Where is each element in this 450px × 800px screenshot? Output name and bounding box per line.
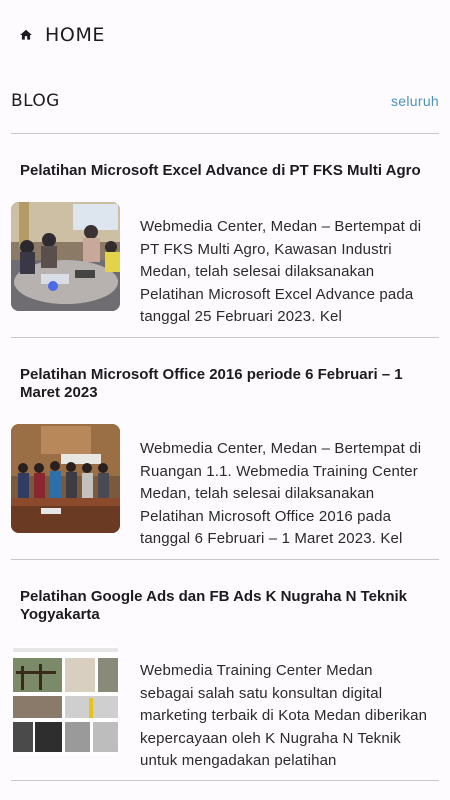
blog-post-card[interactable]: Pelatihan Microsoft Excel Advance di PT … [11, 162, 439, 325]
blog-post-card[interactable]: Pelatihan Google Ads dan FB Ads K Nugrah… [11, 588, 439, 769]
post-excerpt: Webmedia Center, Medan – Bertempat di PT… [140, 218, 422, 325]
post-thumbnail [11, 646, 120, 755]
post-title: Pelatihan Microsoft Excel Advance di PT … [20, 162, 421, 179]
divider [11, 133, 439, 134]
divider [11, 559, 439, 560]
app-bar: HOME [0, 0, 450, 70]
section-title: BLOG [11, 91, 60, 111]
post-thumbnail [11, 424, 120, 533]
post-excerpt: Webmedia Center, Medan – Bertempat di Ru… [140, 440, 422, 547]
see-all-link[interactable]: seluruh [391, 93, 439, 109]
page-title: HOME [45, 24, 106, 46]
home-icon[interactable] [19, 28, 33, 42]
blog-post-card[interactable]: Pelatihan Microsoft Office 2016 periode … [11, 366, 439, 547]
post-thumbnail [11, 202, 120, 311]
divider [11, 780, 439, 781]
post-title: Pelatihan Google Ads dan FB Ads K Nugrah… [20, 588, 407, 623]
post-title: Pelatihan Microsoft Office 2016 periode … [20, 366, 403, 401]
blog-section-header: BLOG seluruh [11, 88, 439, 114]
post-excerpt: Webmedia Training Center Medan sebagai s… [140, 662, 428, 769]
divider [11, 337, 439, 338]
